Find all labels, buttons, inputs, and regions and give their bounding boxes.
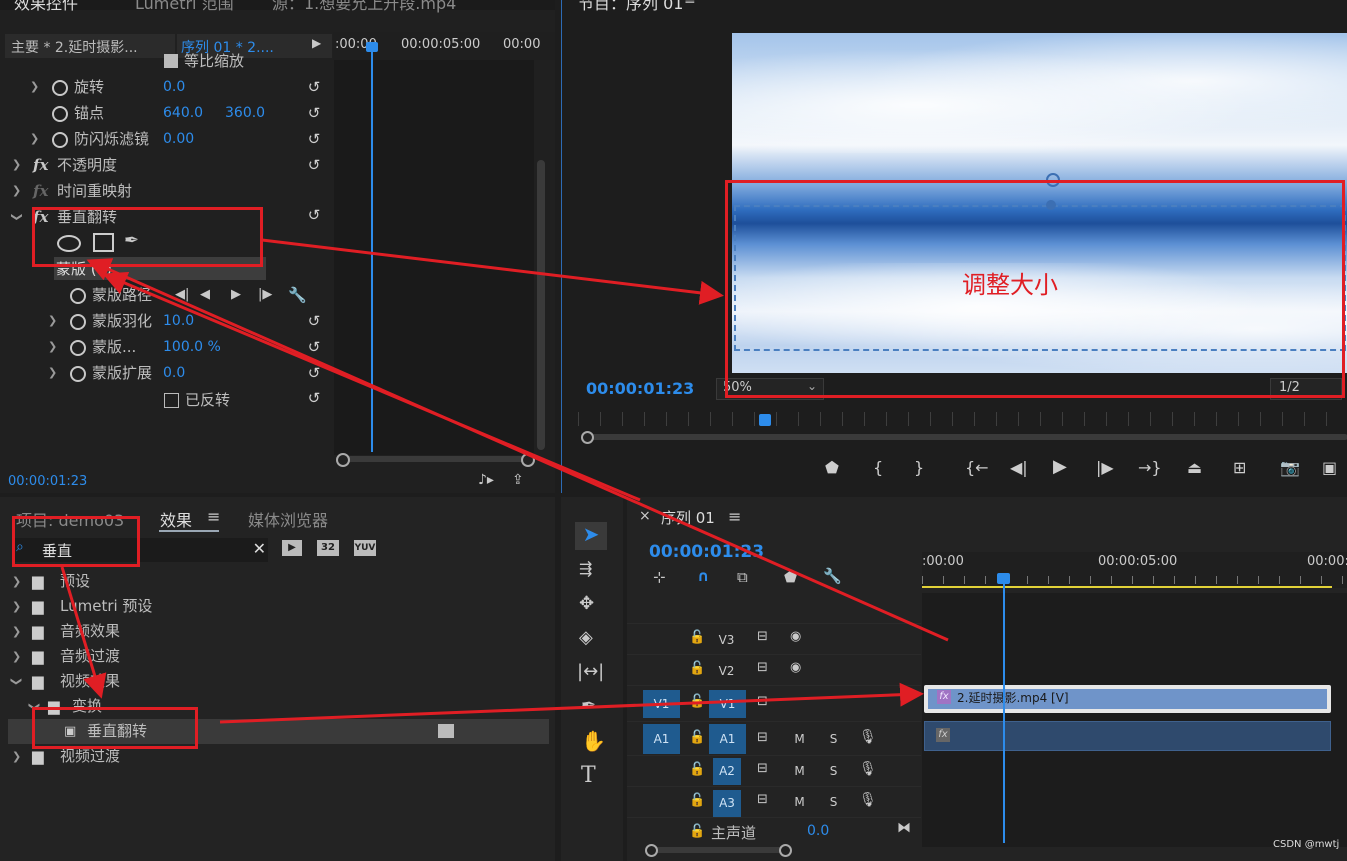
arrow-flip-to-monitor (261, 238, 724, 305)
annotation-arrows (60, 238, 949, 724)
arrow-effect-to-clip (219, 682, 924, 724)
arrow-timeline-to-mask (86, 258, 949, 642)
arrow-search-to-effect (60, 566, 107, 699)
